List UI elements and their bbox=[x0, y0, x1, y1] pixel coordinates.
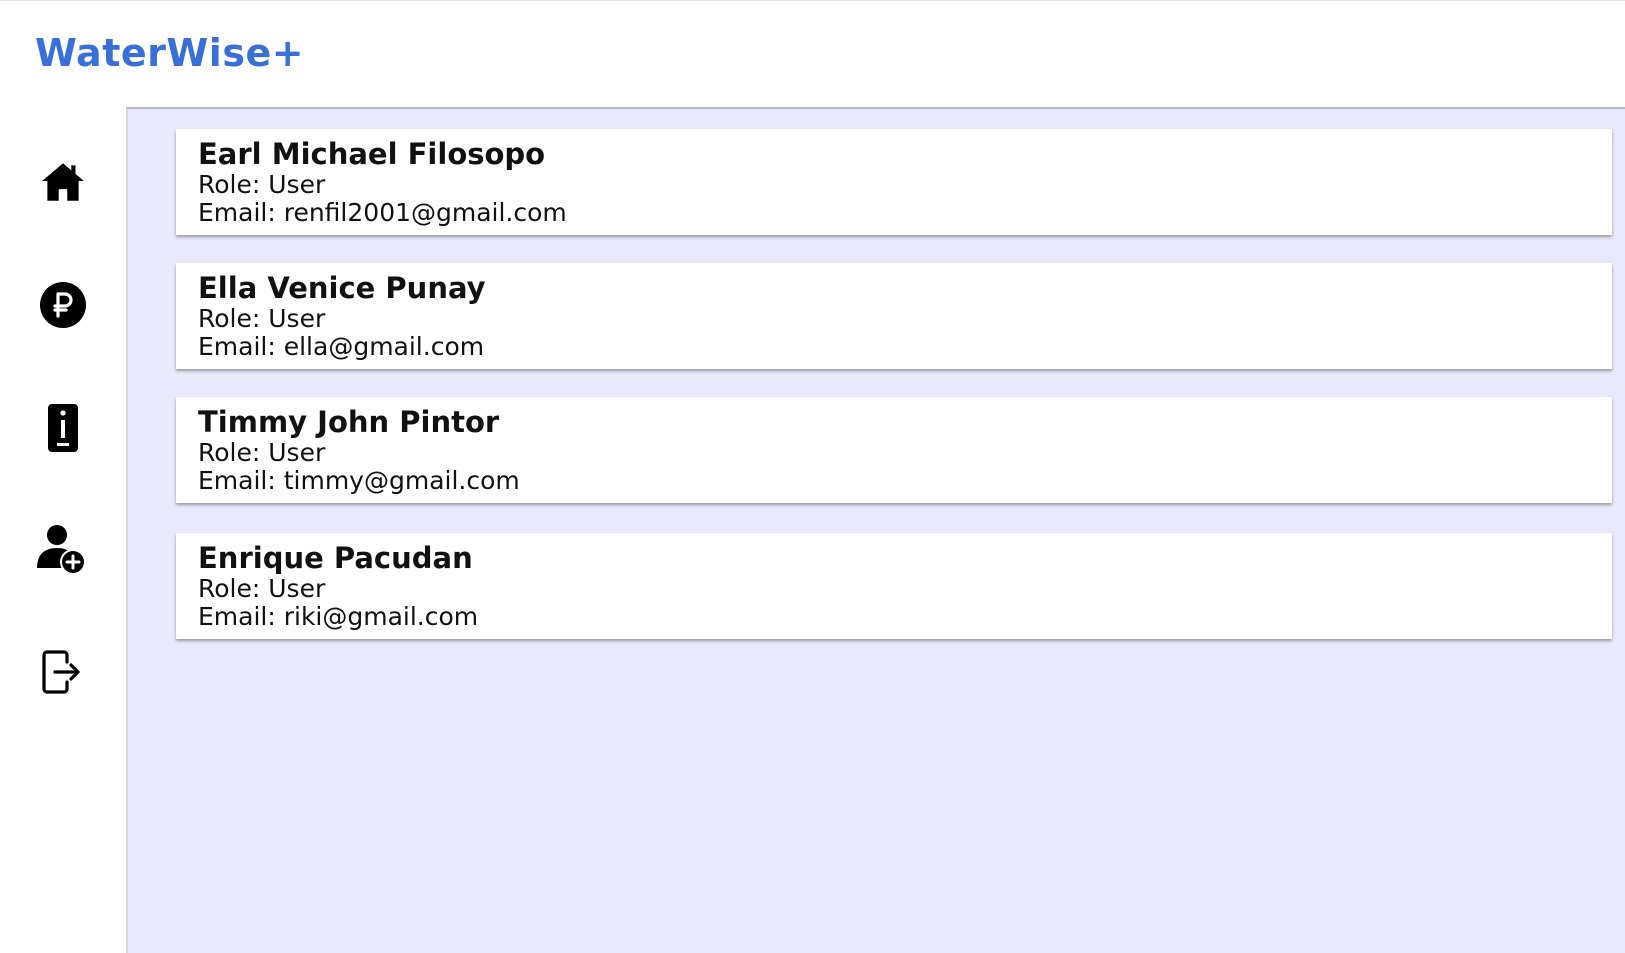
user-card[interactable]: Enrique Pacudan Role: User Email: riki@g… bbox=[176, 533, 1612, 639]
user-email: Email: timmy@gmail.com bbox=[198, 466, 520, 495]
info-icon bbox=[47, 403, 79, 457]
user-role: Role: User bbox=[198, 304, 326, 333]
user-role: Role: User bbox=[198, 438, 326, 467]
sidebar-item-info[interactable] bbox=[30, 397, 96, 463]
user-list: Earl Michael Filosopo Role: User Email: … bbox=[126, 109, 1625, 953]
user-role: Role: User bbox=[198, 170, 326, 199]
sidebar bbox=[0, 109, 126, 953]
add-user-icon bbox=[35, 522, 91, 582]
brand-logo[interactable]: WaterWise+ bbox=[35, 31, 304, 75]
user-card[interactable]: Ella Venice Punay Role: User Email: ella… bbox=[176, 263, 1612, 369]
user-email: Email: riki@gmail.com bbox=[198, 602, 479, 631]
user-role: Role: User bbox=[198, 574, 326, 603]
user-name: Enrique Pacudan bbox=[198, 541, 473, 575]
sidebar-item-payments[interactable] bbox=[30, 274, 96, 340]
sidebar-item-home[interactable] bbox=[30, 151, 96, 217]
app-window: WaterWise+ Earl Michael Filosopo Role: U… bbox=[0, 0, 1625, 953]
peso-coin-icon bbox=[39, 281, 87, 333]
sidebar-item-logout[interactable] bbox=[30, 641, 96, 707]
user-email: Email: renfil2001@gmail.com bbox=[198, 198, 567, 227]
user-card[interactable]: Timmy John Pintor Role: User Email: timm… bbox=[176, 397, 1612, 503]
user-name: Ella Venice Punay bbox=[198, 271, 486, 305]
user-email: Email: ella@gmail.com bbox=[198, 332, 485, 361]
logout-icon bbox=[42, 649, 84, 699]
home-icon bbox=[38, 157, 88, 211]
user-card[interactable]: Earl Michael Filosopo Role: User Email: … bbox=[176, 129, 1612, 235]
user-name: Earl Michael Filosopo bbox=[198, 137, 546, 171]
user-name: Timmy John Pintor bbox=[198, 405, 500, 439]
sidebar-item-add-user[interactable] bbox=[30, 519, 96, 585]
